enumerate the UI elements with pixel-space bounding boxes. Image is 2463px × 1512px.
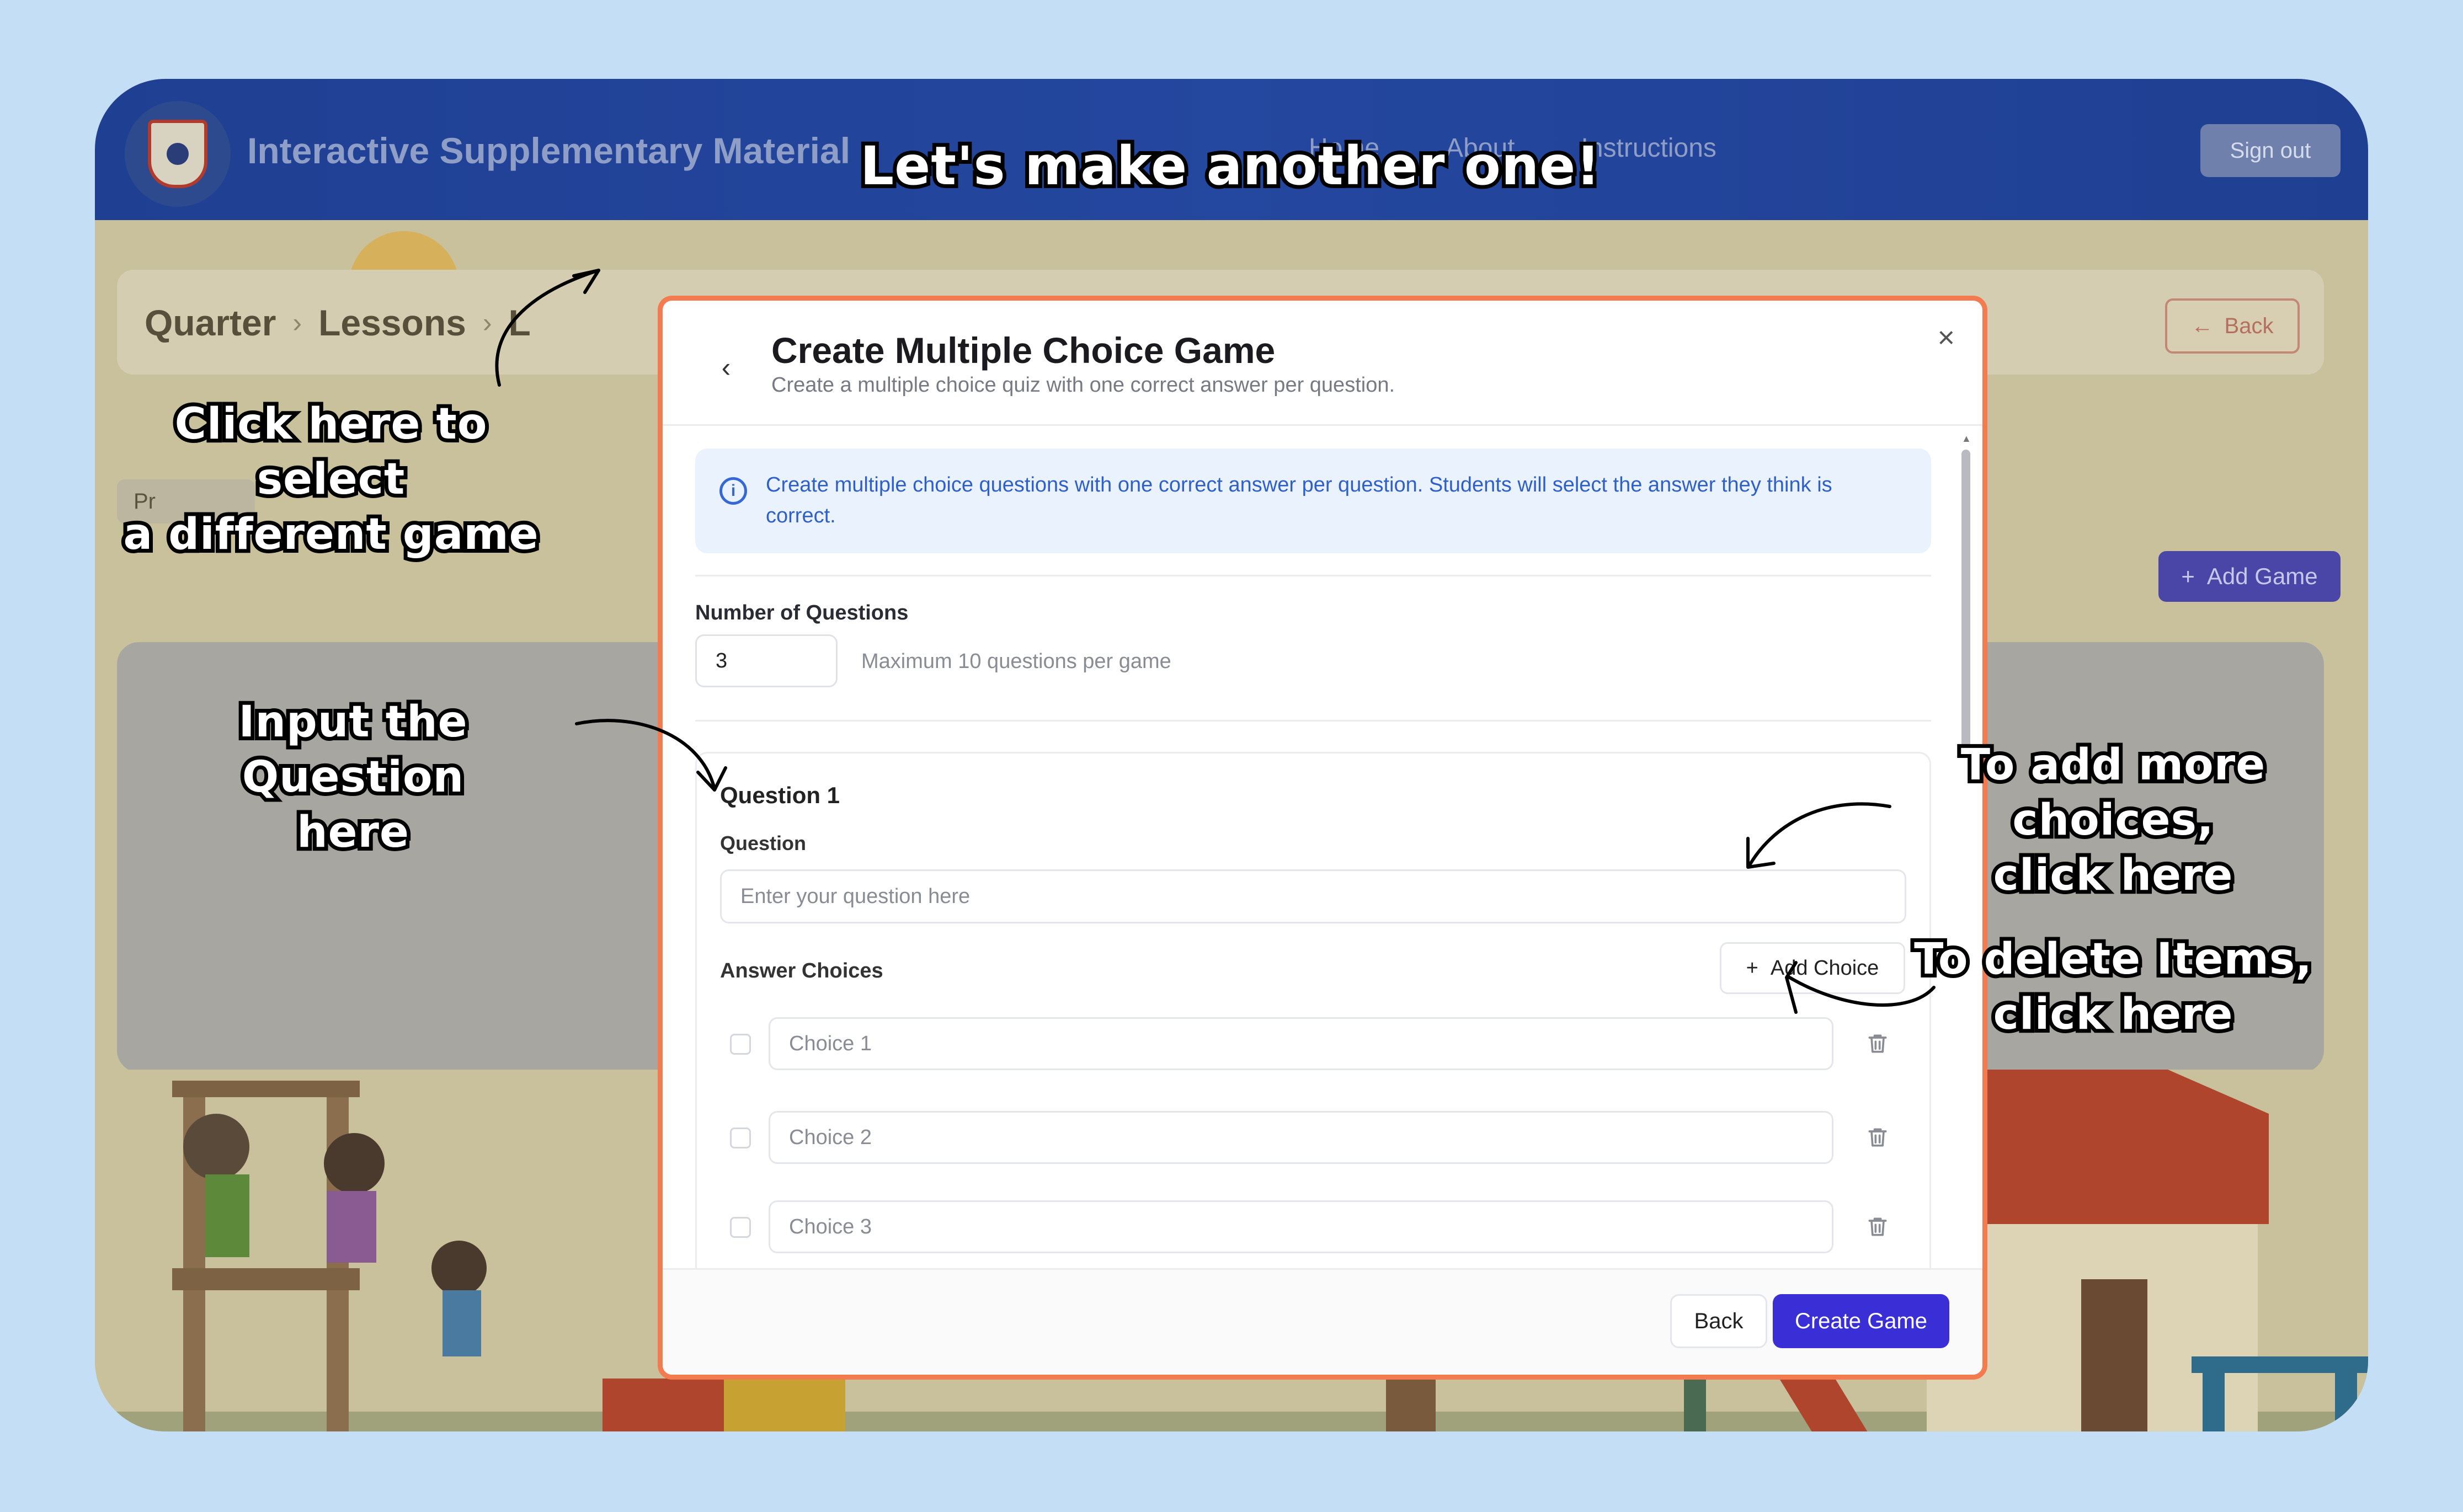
answer-choices-label: Answer Choices: [720, 959, 883, 982]
info-text: Create multiple choice questions with on…: [766, 473, 1832, 527]
trash-icon[interactable]: [1865, 1032, 1890, 1056]
chevron-left-icon[interactable]: ‹: [712, 354, 740, 381]
scrollbar-thumb[interactable]: [1961, 450, 1970, 753]
breadcrumb-lesson[interactable]: L: [509, 302, 531, 344]
annotation-line: Click here to select: [171, 396, 491, 508]
modal-subtitle: Create a multiple choice quiz with one c…: [771, 373, 1395, 397]
correct-answer-checkbox[interactable]: [730, 1217, 751, 1238]
caret-up-icon[interactable]: ▲: [1961, 433, 1971, 445]
choice-row: Choice 1: [720, 1017, 1906, 1070]
add-game-label: Add Game: [2206, 563, 2318, 589]
divider: [695, 720, 1931, 722]
annotation-line: a different game: [119, 506, 542, 563]
chevron-right-icon: ›: [292, 307, 302, 338]
page-back-label: Back: [2224, 313, 2274, 338]
input-question-annotation: Input the Question here: [132, 693, 574, 861]
correct-answer-checkbox[interactable]: [730, 1034, 751, 1055]
choice-input[interactable]: Choice 3: [769, 1200, 1833, 1253]
create-game-button[interactable]: Create Game: [1773, 1294, 1949, 1348]
annotation-line: To delete Items,: [1910, 931, 2316, 988]
breadcrumb-lessons[interactable]: Lessons: [318, 302, 466, 344]
plus-icon: +: [2181, 563, 2195, 589]
breadcrumb: Quarter › Lessons › L: [145, 302, 531, 344]
page-back-button[interactable]: ← Back: [2165, 298, 2300, 354]
annotation-line: click here: [1990, 847, 2237, 904]
select-game-annotation: Click here to select a different game: [110, 396, 552, 563]
breadcrumb-quarter[interactable]: Quarter: [145, 302, 276, 344]
arrow-left-icon: ←: [2191, 313, 2214, 338]
choice-row: Choice 2: [720, 1111, 1906, 1164]
shield-icon: [148, 120, 207, 188]
info-icon: i: [719, 477, 747, 505]
trash-icon[interactable]: [1865, 1215, 1890, 1239]
question-input[interactable]: Enter your question here: [720, 869, 1906, 923]
school-logo[interactable]: [125, 101, 231, 207]
num-questions-label: Number of Questions: [695, 601, 909, 624]
correct-answer-checkbox[interactable]: [730, 1128, 751, 1148]
divider: [695, 575, 1931, 576]
create-game-modal: ‹ Create Multiple Choice Game Create a m…: [658, 296, 1987, 1380]
question-label: Question: [720, 832, 807, 854]
delete-items-annotation: To delete Items, click here: [1898, 931, 2328, 1043]
question-title: Question 1: [720, 782, 840, 808]
plus-icon: +: [1746, 956, 1758, 980]
annotation-line: To add more choices,: [1957, 736, 2269, 849]
modal-header: ‹ Create Multiple Choice Game Create a m…: [663, 301, 1982, 426]
num-questions-input[interactable]: 3: [695, 634, 838, 687]
choice-input[interactable]: Choice 2: [769, 1111, 1833, 1164]
annotation-line: Input the Question: [234, 693, 471, 806]
num-questions-hint: Maximum 10 questions per game: [861, 650, 1171, 673]
annotation-line: click here: [1990, 986, 2237, 1043]
close-icon[interactable]: ×: [1937, 320, 1955, 355]
add-choices-annotation: To add more choices, click here: [1876, 736, 2350, 904]
modal-title: Create Multiple Choice Game: [771, 330, 1276, 371]
choice-input[interactable]: Choice 1: [769, 1017, 1833, 1070]
chevron-right-icon: ›: [482, 307, 492, 338]
annotation-line: here: [293, 804, 413, 861]
choice-row: Choice 3: [720, 1200, 1906, 1253]
modal-footer: Back Create Game: [663, 1268, 1982, 1375]
info-callout: i Create multiple choice questions with …: [695, 448, 1931, 553]
trash-icon[interactable]: [1865, 1125, 1890, 1150]
add-game-button[interactable]: + Add Game: [2158, 551, 2341, 602]
app-title: Interactive Supplementary Material: [247, 130, 851, 171]
add-choice-button[interactable]: + Add Choice: [1720, 942, 1905, 994]
headline-annotation: Let's make another one!: [856, 131, 1604, 201]
add-choice-label: Add Choice: [1770, 956, 1879, 980]
back-button[interactable]: Back: [1670, 1294, 1767, 1348]
question-card: Question 1 Question Enter your question …: [695, 752, 1931, 1359]
sign-out-button[interactable]: Sign out: [2200, 124, 2341, 177]
